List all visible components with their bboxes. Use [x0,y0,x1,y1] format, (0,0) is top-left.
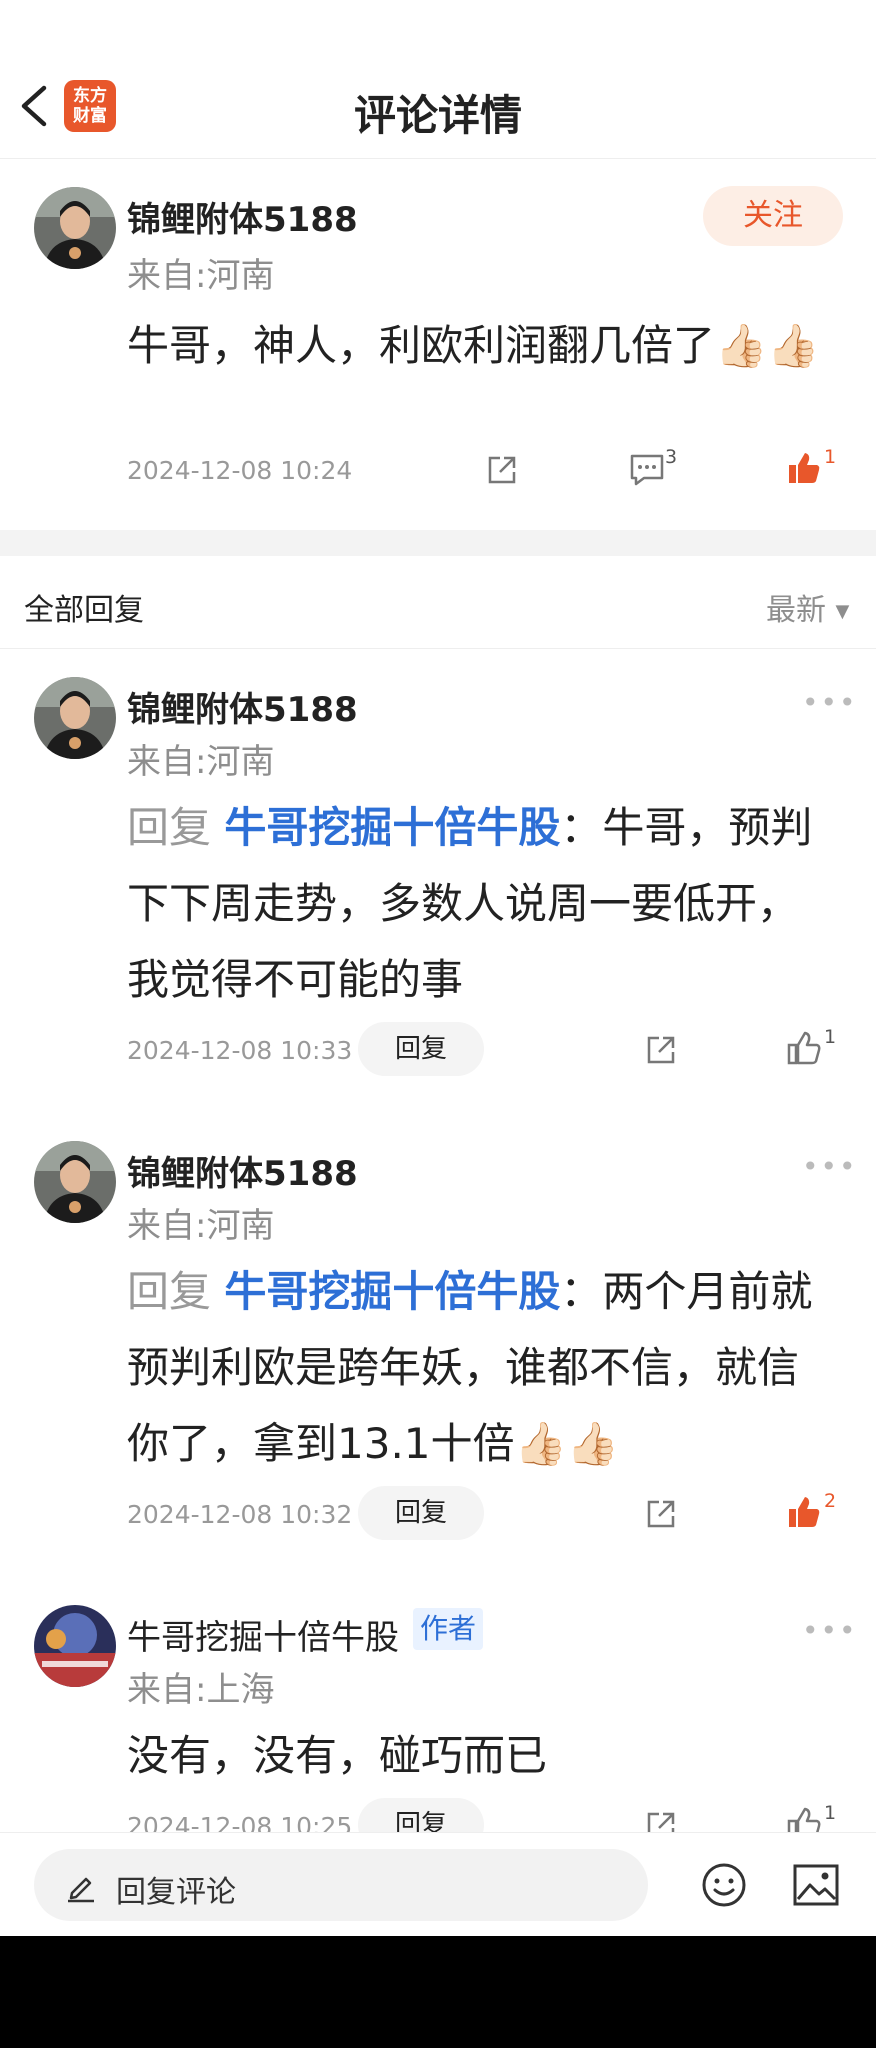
reply-location: 来自:河南 [127,742,275,782]
avatar[interactable] [34,187,116,269]
system-nav-bar [0,1936,876,2048]
all-replies-title: 全部回复 [24,593,144,628]
reply-input[interactable]: 回复评论 [34,1849,648,1921]
bottom-input-bar: 回复评论 [0,1832,876,1937]
avatar[interactable] [34,677,116,759]
share-icon[interactable] [484,452,520,488]
follow-button[interactable]: 关注 [703,186,843,246]
reply-button[interactable]: 回复 [358,1486,484,1540]
reply-text: 没有，没有，碰巧而已 [127,1718,827,1794]
more-options-icon[interactable]: ••• [802,1614,858,1647]
author-tag: 作者 [413,1608,483,1650]
reply-prefix: 回复 [127,803,212,852]
thumbs-up-icon[interactable] [786,450,822,486]
like-count: 1 [824,446,837,468]
reply-username[interactable]: 锦鲤附体5188 [127,682,358,731]
thumbs-up-icon[interactable] [786,1494,822,1530]
top-header: 东方 财富 评论详情 [0,0,876,159]
avatar[interactable] [34,1141,116,1223]
reply-time: 2024-12-08 10:32 [127,1500,353,1529]
reply-location: 来自:河南 [127,1206,275,1246]
reply-button[interactable]: 回复 [358,1022,484,1076]
section-gap [0,530,876,556]
main-comment-text: 牛哥，神人，利欧利润翻几倍了👍🏻👍🏻 [127,321,820,370]
page-title: 评论详情 [353,91,522,140]
reply-body: 没有，没有，碰巧而已 [127,1731,548,1780]
thumbs-up-icon[interactable] [786,1030,822,1066]
pencil-icon [68,1877,94,1903]
reply-target-link[interactable]: 牛哥挖掘十倍牛股 [224,1267,560,1316]
share-icon[interactable] [643,1496,679,1532]
reply-text: 回复 牛哥挖掘十倍牛股：牛哥，预判下下周走势，多数人说周一要低开，我觉得不可能的… [127,790,827,1018]
caret-down-icon: ▼ [835,601,850,622]
reply-text: 回复 牛哥挖掘十倍牛股：两个月前就预判利欧是跨年妖，谁都不信，就信你了，拿到13… [127,1254,827,1482]
reply-time: 2024-12-08 10:33 [127,1036,353,1065]
reply-username[interactable]: 牛哥挖掘十倍牛股 [127,1610,399,1659]
like-count: 2 [824,1490,837,1512]
more-options-icon[interactable]: ••• [802,686,858,719]
like-count: 1 [824,1802,837,1824]
sort-dropdown[interactable]: 最新 ▼ [766,585,849,629]
reply-input-placeholder: 回复评论 [116,1875,236,1910]
more-options-icon[interactable]: ••• [802,1150,858,1183]
main-comment-username[interactable]: 锦鲤附体5188 [127,192,358,241]
reply-location: 来自:上海 [127,1670,275,1710]
sort-label: 最新 [766,593,826,628]
emoji-icon[interactable] [700,1861,748,1909]
comment-icon[interactable] [628,452,666,488]
main-comment-time: 2024-12-08 10:24 [127,456,353,485]
share-icon[interactable] [643,1032,679,1068]
divider [0,648,876,649]
main-comment-location: 来自:河南 [127,256,275,296]
comment-count: 3 [665,446,678,468]
author-avatar[interactable] [34,1605,116,1687]
reply-username[interactable]: 锦鲤附体5188 [127,1146,358,1195]
image-icon[interactable] [792,1863,840,1907]
reply-separator: ： [560,1267,603,1316]
reply-separator: ： [560,803,603,852]
reply-prefix: 回复 [127,1267,212,1316]
like-count: 1 [824,1026,837,1048]
reply-target-link[interactable]: 牛哥挖掘十倍牛股 [224,803,560,852]
